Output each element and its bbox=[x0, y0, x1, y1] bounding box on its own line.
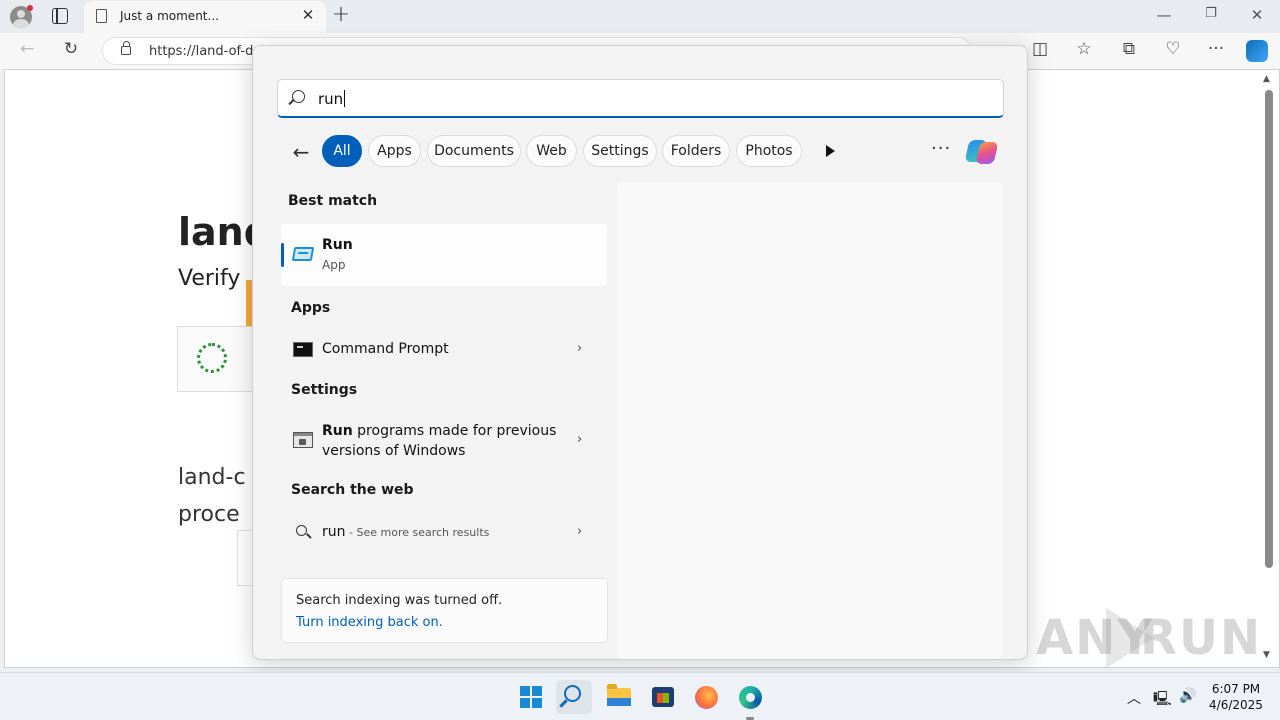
show-hidden-icons-chevron-icon[interactable]: ︿ bbox=[1127, 688, 1141, 708]
text-caret bbox=[344, 90, 346, 107]
result-program-compatibility[interactable]: Run programs made for previous versions … bbox=[281, 418, 607, 464]
windows-logo-icon bbox=[520, 686, 542, 708]
clock-date[interactable]: 4/6/2025 bbox=[1204, 698, 1268, 712]
tab-title: Just a moment... bbox=[120, 9, 219, 23]
page-subheading: Verify bbox=[178, 266, 241, 291]
microsoft-store-icon bbox=[652, 687, 674, 707]
indexing-message: Search indexing was turned off. bbox=[296, 593, 503, 608]
web-search-icon bbox=[296, 525, 307, 536]
copilot-icon[interactable] bbox=[1246, 40, 1268, 62]
filter-apps[interactable]: Apps bbox=[368, 135, 421, 167]
result-label: Command Prompt bbox=[322, 341, 449, 357]
back-icon[interactable]: ← bbox=[14, 39, 40, 59]
restore-button[interactable]: ❐ bbox=[1196, 6, 1226, 21]
best-match-heading: Best match bbox=[288, 193, 378, 209]
start-button[interactable] bbox=[512, 680, 548, 714]
minimize-button[interactable]: — bbox=[1149, 6, 1179, 24]
chevron-right-icon[interactable]: › bbox=[577, 524, 582, 539]
more-options-dots-icon[interactable]: ··· bbox=[931, 138, 951, 159]
browser-tabstrip: Just a moment... ✕ + — ❐ ✕ bbox=[0, 0, 1280, 33]
best-match-type: App bbox=[322, 258, 346, 272]
filter-folders[interactable]: Folders bbox=[662, 135, 730, 167]
filter-all[interactable]: All bbox=[322, 135, 362, 167]
scrollbar-thumb[interactable] bbox=[1265, 90, 1273, 568]
result-text-line1: programs made for previous bbox=[352, 423, 557, 439]
search-web-heading: Search the web bbox=[291, 482, 414, 498]
refresh-icon[interactable]: ↻ bbox=[58, 39, 84, 59]
collections-icon[interactable]: ⧉ bbox=[1116, 39, 1142, 59]
new-tab-button[interactable]: + bbox=[330, 2, 352, 27]
tab-actions-icon[interactable] bbox=[52, 8, 68, 24]
filter-documents[interactable]: Documents bbox=[427, 135, 521, 167]
captcha-widget[interactable] bbox=[177, 326, 257, 392]
copilot-logo-icon[interactable] bbox=[964, 138, 999, 166]
page-paragraph-line2: proce bbox=[178, 502, 240, 527]
search-input[interactable]: run bbox=[277, 79, 1004, 118]
watermark-right-text: RUN bbox=[1140, 610, 1263, 666]
start-search-flyout: run ← All Apps Documents Web Settings Fo… bbox=[252, 45, 1028, 660]
indexing-notice: Search indexing was turned off. Turn ind… bbox=[281, 578, 608, 643]
more-filters-play-icon[interactable] bbox=[826, 145, 835, 157]
file-explorer-button[interactable] bbox=[600, 680, 636, 714]
loading-spinner-icon bbox=[197, 343, 227, 373]
search-query-text: run bbox=[318, 90, 344, 108]
chevron-right-icon[interactable]: › bbox=[577, 341, 582, 356]
result-web-search[interactable]: run - See more search results › bbox=[281, 516, 607, 548]
network-icon[interactable]: 🖳 bbox=[1153, 688, 1172, 712]
settings-heading: Settings bbox=[291, 382, 358, 398]
chevron-right-icon[interactable]: › bbox=[577, 432, 582, 447]
result-bold-text: Run bbox=[322, 423, 353, 439]
firefox-button[interactable] bbox=[688, 680, 724, 714]
compatibility-settings-icon bbox=[293, 432, 313, 448]
browser-essentials-icon[interactable]: ♡ bbox=[1160, 39, 1186, 59]
edge-icon bbox=[739, 686, 762, 709]
more-options-icon[interactable]: ··· bbox=[1203, 39, 1229, 59]
microsoft-store-button[interactable] bbox=[644, 680, 680, 714]
page-paragraph-line1: land-c bbox=[178, 465, 246, 490]
search-icon bbox=[292, 90, 305, 103]
indexing-link[interactable]: Turn indexing back on. bbox=[296, 615, 443, 630]
close-window-button[interactable]: ✕ bbox=[1242, 6, 1272, 24]
run-app-icon bbox=[291, 247, 315, 261]
scroll-down-icon[interactable]: ▼ bbox=[1263, 650, 1270, 660]
file-explorer-icon bbox=[607, 684, 631, 706]
preview-pane bbox=[617, 182, 1002, 659]
best-match-run-app[interactable]: Run App bbox=[281, 224, 607, 286]
split-screen-icon[interactable]: ◫ bbox=[1027, 39, 1053, 59]
lock-icon[interactable] bbox=[121, 41, 131, 55]
watermark-left-text: ANY bbox=[1036, 610, 1155, 666]
anyrun-watermark: ANY RUN bbox=[1036, 606, 1260, 668]
web-sub-text: - See more search results bbox=[345, 526, 490, 539]
web-query-text: run bbox=[322, 524, 346, 540]
edge-button[interactable] bbox=[732, 680, 768, 720]
search-taskbar-icon bbox=[564, 685, 581, 702]
filter-photos[interactable]: Photos bbox=[736, 135, 802, 167]
browser-tab[interactable]: Just a moment... ✕ bbox=[84, 1, 326, 33]
notification-dot bbox=[27, 5, 33, 11]
taskbar: ︿ 🖳 🔊 6:07 PM 4/6/2025 bbox=[0, 672, 1280, 720]
result-text-line2: versions of Windows bbox=[322, 443, 466, 459]
clock-time[interactable]: 6:07 PM bbox=[1204, 682, 1268, 696]
apps-heading: Apps bbox=[291, 300, 331, 316]
best-match-title: Run bbox=[322, 237, 353, 253]
page-favicon-icon bbox=[96, 9, 107, 23]
firefox-icon bbox=[695, 686, 718, 709]
filter-settings[interactable]: Settings bbox=[583, 135, 657, 167]
filter-web[interactable]: Web bbox=[526, 135, 577, 167]
scroll-up-icon[interactable]: ▲ bbox=[1263, 74, 1270, 84]
result-command-prompt[interactable]: Command Prompt › bbox=[281, 332, 607, 366]
back-arrow-icon[interactable]: ← bbox=[289, 140, 313, 164]
tab-close-icon[interactable]: ✕ bbox=[298, 6, 318, 24]
selection-accent bbox=[281, 243, 284, 267]
favorites-icon[interactable]: ☆ bbox=[1071, 39, 1097, 59]
command-prompt-icon bbox=[293, 342, 313, 357]
url-text: https://land-of-d bbox=[149, 44, 254, 59]
search-taskbar-button[interactable] bbox=[556, 680, 592, 714]
volume-icon[interactable]: 🔊 bbox=[1179, 688, 1196, 704]
